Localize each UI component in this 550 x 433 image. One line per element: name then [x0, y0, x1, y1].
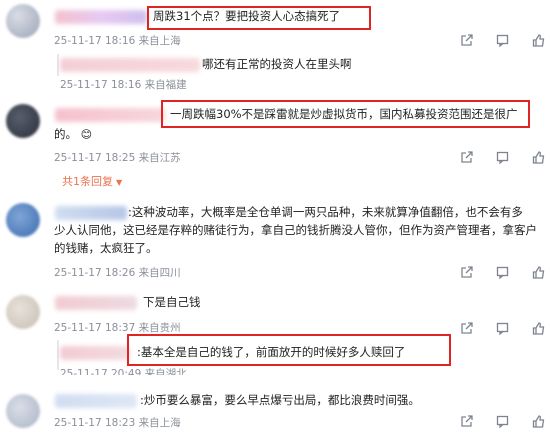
comment-text: 的钱赌，太疯狂了。	[54, 241, 158, 255]
view-replies-link[interactable]: 共1条回复 ▼	[62, 173, 122, 189]
comment-meta: 25-11-17 18:25 来自江苏	[54, 152, 181, 164]
highlight-box	[127, 334, 451, 366]
chevron-down-icon: ▼	[116, 178, 123, 187]
share-icon[interactable]	[460, 322, 473, 335]
comment-text-line2: 的。	[54, 127, 77, 141]
share-icon[interactable]	[460, 266, 473, 279]
comment-text: 下是自己钱	[143, 295, 201, 309]
comment-meta: 25-11-17 18:16 来自上海	[54, 35, 181, 47]
comment-icon[interactable]	[496, 415, 509, 428]
comment-actions	[460, 415, 545, 428]
username-redacted[interactable]	[55, 108, 165, 122]
username-redacted[interactable]	[60, 346, 130, 360]
comment-text: 少人认同他，这已经是存粹的赌徒行为，拿自己的钱折腾没人管你，但作为资产管理者，拿…	[54, 223, 537, 237]
comment-meta: 25-11-17 18:26 来自四川	[54, 267, 181, 279]
comment-icon[interactable]	[496, 34, 509, 47]
avatar[interactable]	[6, 4, 40, 38]
highlight-box	[161, 100, 530, 128]
username-redacted[interactable]	[55, 394, 137, 408]
comment-meta: 25-11-17 18:37 来自贵州	[54, 322, 181, 334]
comment-actions	[460, 34, 545, 47]
comment-actions	[460, 322, 545, 335]
username-redacted[interactable]	[55, 10, 147, 24]
comment-icon[interactable]	[496, 151, 509, 164]
username-redacted[interactable]	[60, 58, 200, 72]
share-icon[interactable]	[460, 34, 473, 47]
reply-divider	[57, 54, 59, 76]
comment-actions	[460, 151, 545, 164]
comment-text-cont: 的。 😊	[54, 124, 92, 145]
comment-icon[interactable]	[496, 322, 509, 335]
comment-meta: 25-11-17 18:16 来自福建	[60, 79, 187, 91]
avatar[interactable]	[6, 203, 40, 237]
reply-count-label: 共1条回复	[62, 175, 113, 188]
comment-meta: 25-11-17 18:23 来自上海	[54, 417, 181, 429]
share-icon[interactable]	[460, 151, 473, 164]
like-icon[interactable]	[532, 151, 545, 164]
reply-divider	[57, 340, 59, 370]
comment-text: :炒币要么暴富，要么早点爆亏出局，都比浪费时间强。	[140, 393, 420, 407]
like-icon[interactable]	[532, 266, 545, 279]
smile-emoji-icon: 😊	[80, 128, 93, 141]
like-icon[interactable]	[532, 322, 545, 335]
username-redacted[interactable]	[55, 206, 127, 220]
avatar[interactable]	[6, 104, 40, 138]
avatar[interactable]	[6, 394, 40, 428]
comment-text: :这种波动率，大概率是全仓单调一两只品种，未来就算净值翻倍，也不会有多	[128, 205, 523, 219]
highlight-box	[147, 6, 371, 30]
comment-text: 哪还有正常的投资人在里头啊	[202, 57, 352, 71]
comment-actions	[460, 266, 545, 279]
comment-meta: 25-11-17 20:49 来自湖北	[60, 368, 187, 380]
like-icon[interactable]	[532, 415, 545, 428]
avatar[interactable]	[6, 295, 40, 329]
like-icon[interactable]	[532, 34, 545, 47]
share-icon[interactable]	[460, 415, 473, 428]
comment-icon[interactable]	[496, 266, 509, 279]
username-redacted[interactable]	[55, 296, 137, 310]
